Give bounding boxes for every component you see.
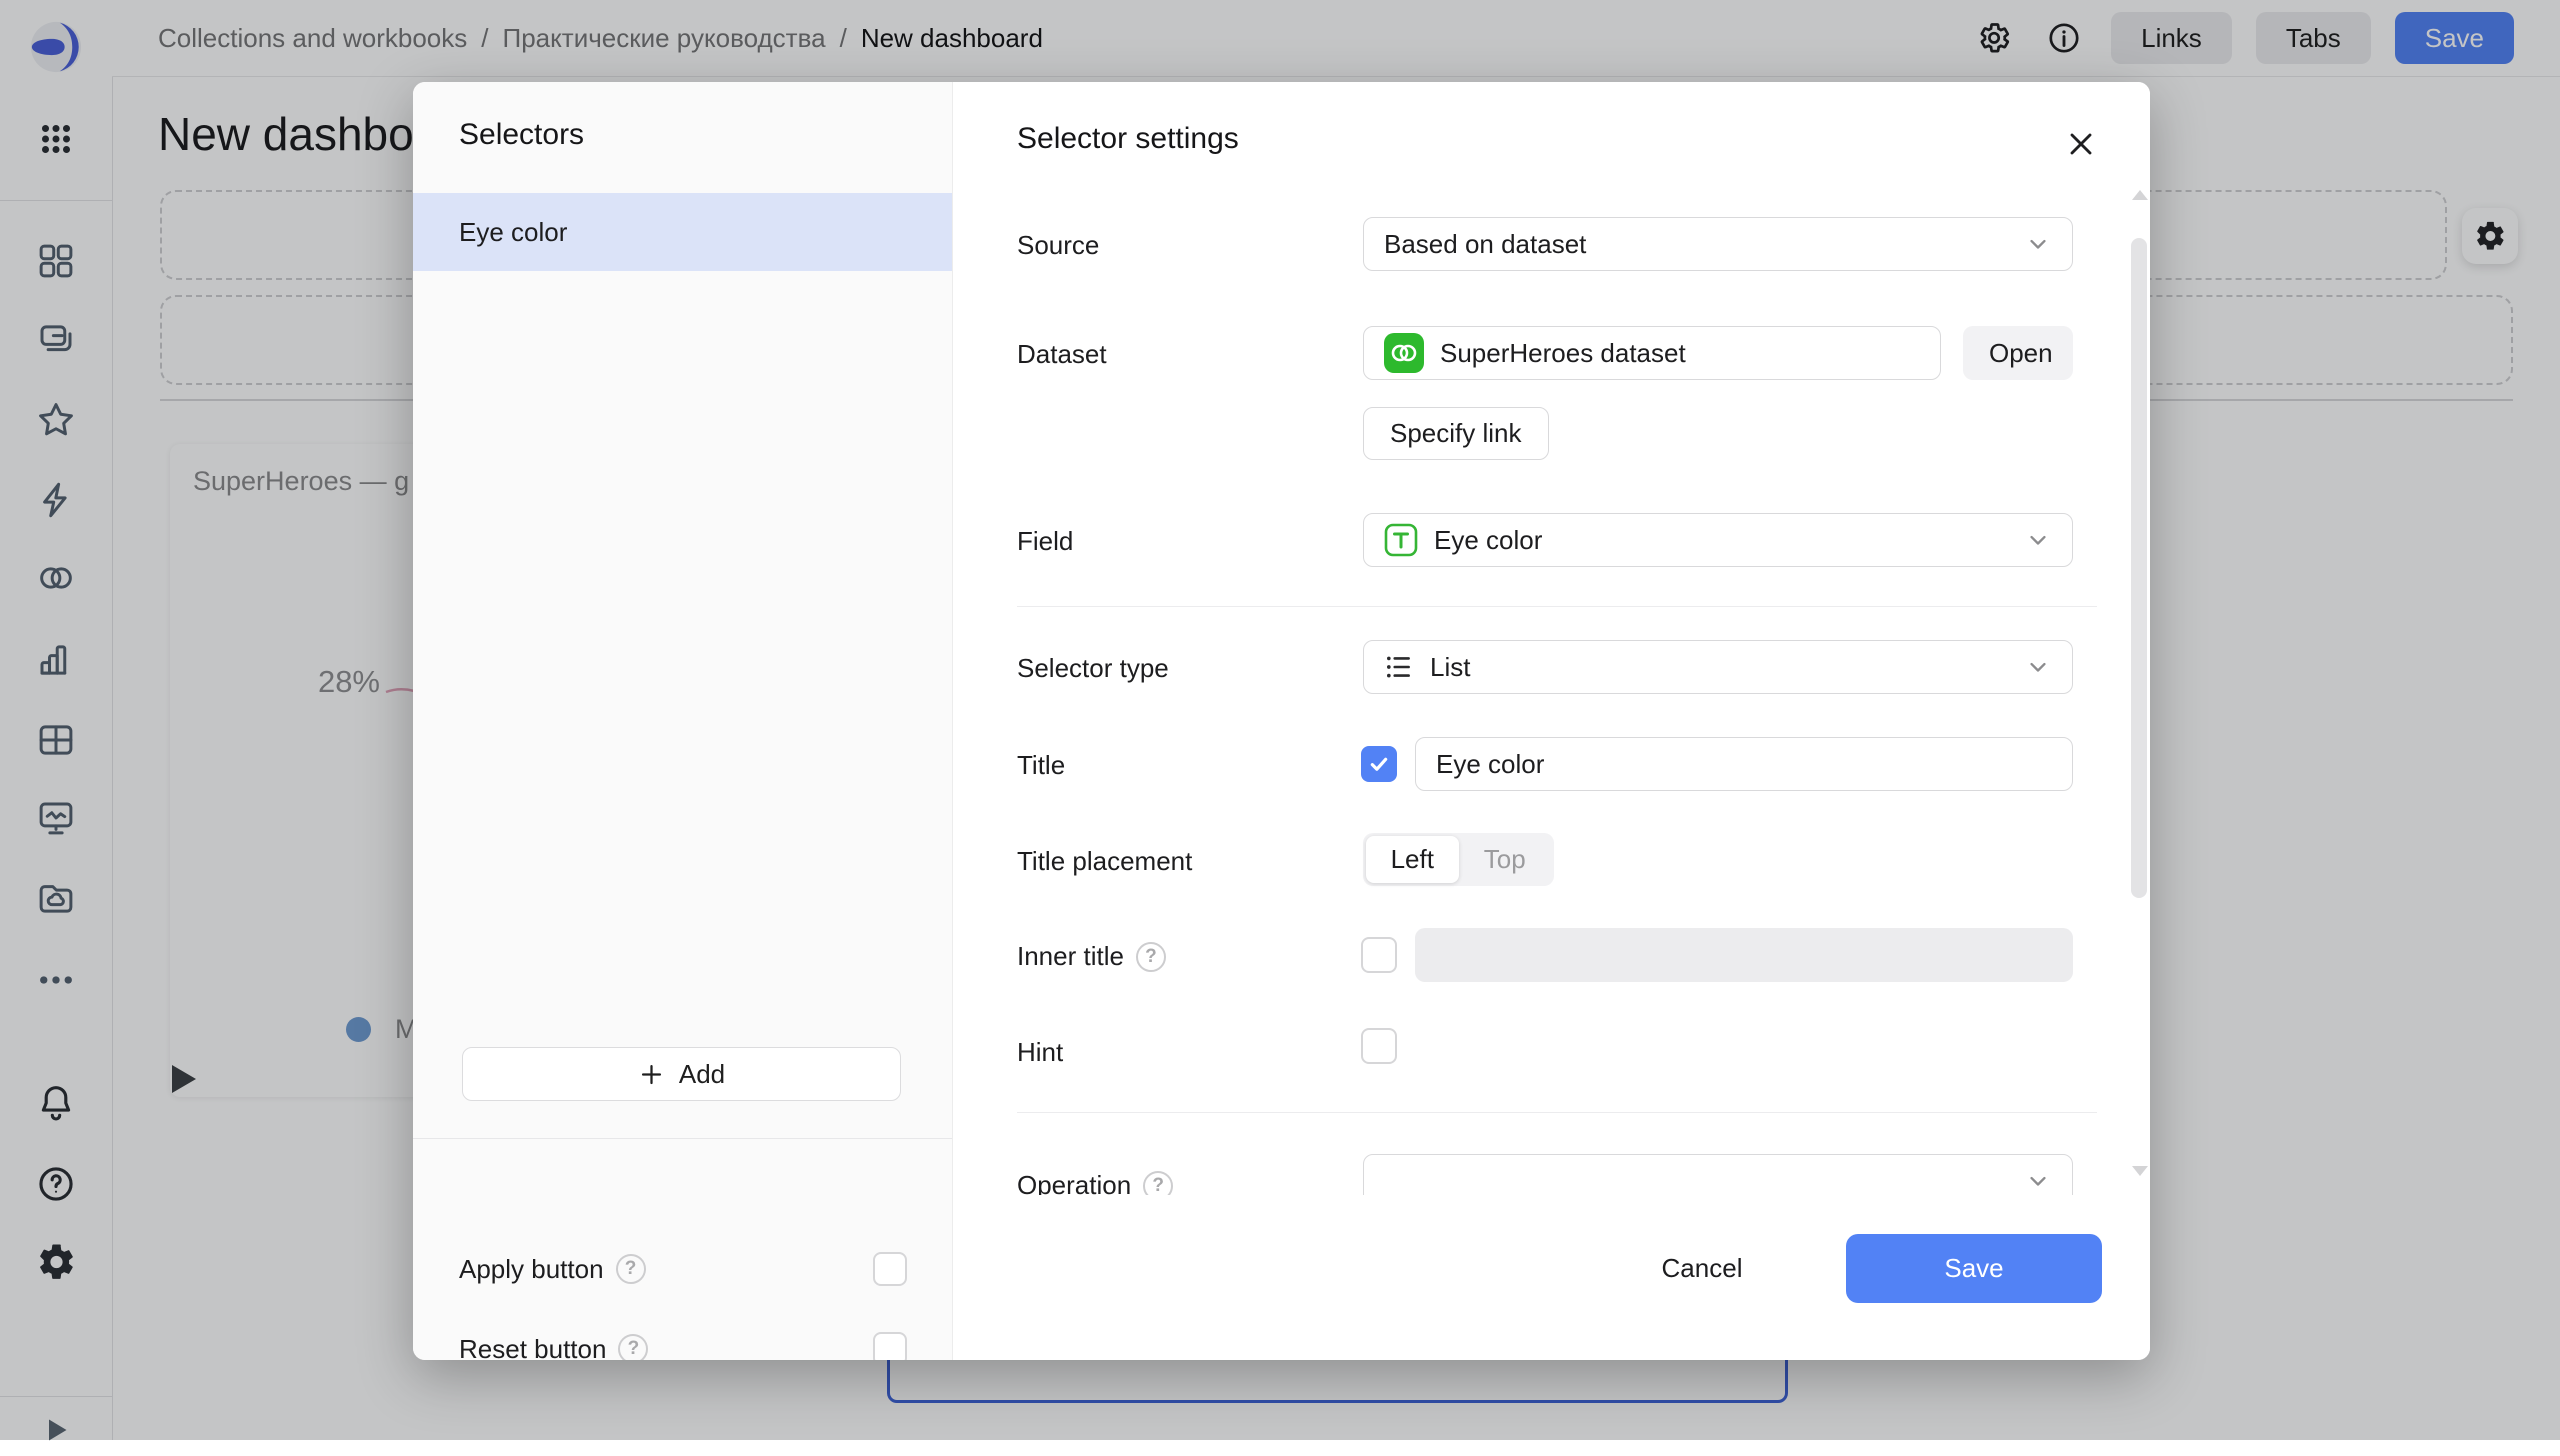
- selector-type-value: List: [1430, 652, 1470, 683]
- selector-type-label: Selector type: [1017, 653, 1169, 684]
- selector-item-label: Eye color: [459, 217, 567, 248]
- chevron-down-icon: [2024, 230, 2052, 258]
- field-type-text-icon: [1384, 523, 1418, 557]
- inner-title-input[interactable]: [1415, 928, 2073, 982]
- dataset-name: SuperHeroes dataset: [1440, 338, 1686, 369]
- inner-title-label-text: Inner title: [1017, 941, 1124, 972]
- selector-list-item[interactable]: Eye color: [413, 193, 952, 271]
- reset-button-checkbox[interactable]: [873, 1332, 907, 1360]
- check-icon: [1367, 752, 1391, 776]
- settings-scroll-area: Source Based on dataset Dataset SuperHer…: [953, 82, 2150, 1195]
- hint-checkbox[interactable]: [1361, 1028, 1397, 1064]
- cancel-button[interactable]: Cancel: [1637, 1234, 1767, 1303]
- specify-link-button[interactable]: Specify link: [1363, 407, 1549, 460]
- source-value: Based on dataset: [1384, 229, 1586, 260]
- reset-button-row: Reset button ?: [459, 1332, 907, 1360]
- title-label: Title: [1017, 750, 1065, 781]
- plus-icon: [638, 1061, 665, 1088]
- help-icon[interactable]: ?: [1136, 942, 1166, 972]
- selector-settings-panel: Selector settings Source Based on datase…: [953, 82, 2150, 1360]
- help-icon[interactable]: ?: [1143, 1171, 1173, 1196]
- title-checkbox[interactable]: [1361, 746, 1397, 782]
- help-icon[interactable]: ?: [618, 1334, 648, 1360]
- section-divider: [1017, 1112, 2097, 1113]
- dataset-select[interactable]: SuperHeroes dataset: [1363, 326, 1941, 380]
- chevron-down-icon: [2024, 653, 2052, 681]
- source-select[interactable]: Based on dataset: [1363, 217, 2073, 271]
- field-label: Field: [1017, 526, 1073, 557]
- operation-label: Operation ?: [1017, 1170, 1173, 1195]
- title-placement-top-option[interactable]: Top: [1459, 836, 1552, 883]
- operation-label-text: Operation: [1017, 1170, 1131, 1195]
- section-divider: [1017, 606, 2097, 607]
- dataset-label: Dataset: [1017, 339, 1107, 370]
- inner-title-checkbox[interactable]: [1361, 937, 1397, 973]
- open-dataset-button[interactable]: Open: [1963, 326, 2073, 380]
- title-placement-left-option[interactable]: Left: [1366, 836, 1459, 883]
- selectors-list-panel: Selectors Eye color Add Apply button ? R…: [413, 82, 953, 1360]
- title-placement-label: Title placement: [1017, 846, 1192, 877]
- title-input[interactable]: [1415, 737, 2073, 791]
- scrollbar-thumb[interactable]: [2131, 238, 2147, 898]
- scroll-up-icon[interactable]: [2132, 190, 2148, 200]
- help-icon[interactable]: ?: [616, 1254, 646, 1284]
- source-label: Source: [1017, 230, 1099, 261]
- hint-label: Hint: [1017, 1037, 1063, 1068]
- add-selector-button[interactable]: Add: [462, 1047, 901, 1101]
- chevron-down-icon: [2024, 526, 2052, 554]
- chevron-down-icon: [2024, 1167, 2052, 1195]
- field-select[interactable]: Eye color: [1363, 513, 2073, 567]
- operation-select[interactable]: [1363, 1154, 2073, 1195]
- field-value: Eye color: [1434, 525, 1542, 556]
- reset-button-label: Reset button: [459, 1334, 606, 1361]
- add-button-label: Add: [679, 1059, 725, 1090]
- apply-button-label: Apply button: [459, 1254, 604, 1285]
- apply-button-checkbox[interactable]: [873, 1252, 907, 1286]
- dialog-save-button[interactable]: Save: [1846, 1234, 2102, 1303]
- inner-title-label: Inner title ?: [1017, 941, 1166, 972]
- selector-type-select[interactable]: List: [1363, 640, 2073, 694]
- dataset-icon: [1384, 333, 1424, 373]
- apply-button-row: Apply button ?: [459, 1252, 907, 1286]
- selectors-dialog: Selectors Eye color Add Apply button ? R…: [413, 82, 2150, 1360]
- scroll-down-icon[interactable]: [2132, 1166, 2148, 1176]
- selectors-panel-title: Selectors: [459, 118, 584, 152]
- settings-scrollbar[interactable]: [2131, 190, 2147, 1176]
- panel-divider: [413, 1138, 952, 1139]
- title-placement-segmented-control: Left Top: [1363, 833, 1554, 886]
- list-icon: [1384, 652, 1414, 682]
